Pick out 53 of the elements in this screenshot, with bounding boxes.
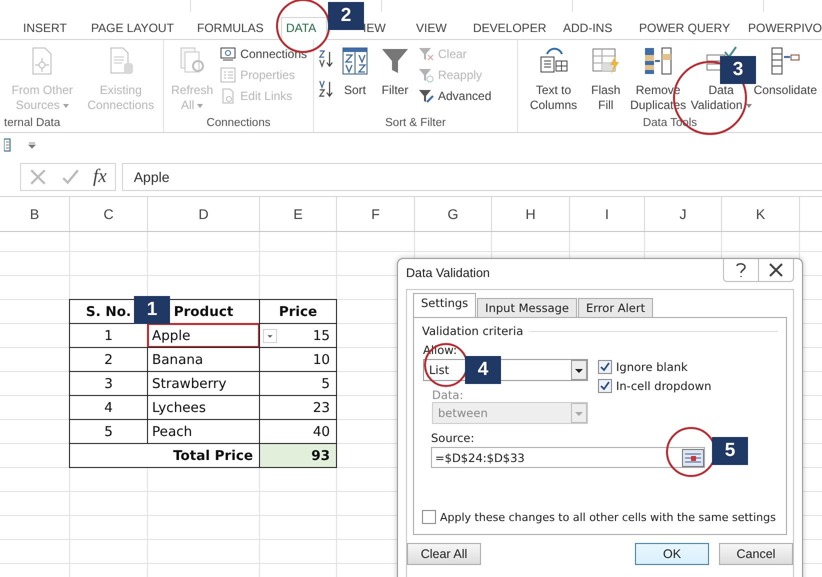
section-title: Validation criteria [422, 324, 524, 338]
table-cell[interactable]: Apple [147, 323, 260, 348]
column-header[interactable]: D [148, 197, 260, 231]
step-badge: 3 [720, 56, 756, 84]
table-cell: 93 [259, 443, 337, 468]
column-header[interactable]: H [492, 197, 570, 231]
column-header[interactable]: G [415, 197, 492, 231]
dialog-button[interactable]: OK [635, 543, 709, 565]
step-badge: 2 [328, 2, 364, 30]
dialog-tab[interactable]: Settings [413, 293, 476, 317]
column-header[interactable]: B [0, 197, 70, 231]
ribbon-button[interactable]: Advanced [416, 87, 494, 105]
ribbon-tab[interactable]: POWERPIVO [743, 17, 822, 39]
ribbon-tab[interactable]: PAGE LAYOUT [86, 17, 192, 39]
dialog-button[interactable]: Cancel [719, 543, 793, 565]
ribbon-tab[interactable]: FORMULAS [192, 17, 281, 39]
dialog-button[interactable]: Clear All [407, 543, 481, 565]
ribbon-button[interactable]: Sort [336, 43, 374, 115]
ribbon-button[interactable]: Filter [376, 43, 414, 115]
checkbox-label: Ignore blank [616, 360, 688, 374]
field-label: Source: [431, 432, 474, 445]
dialog-tab[interactable]: Input Message [477, 298, 578, 317]
ribbon-button[interactable]: Connections [218, 45, 309, 63]
dialog-title: Data Validation [406, 266, 490, 280]
table-header: Price [259, 299, 337, 324]
source-field[interactable]: =$D$24:$D$33 [431, 447, 705, 468]
column-header[interactable]: E [260, 197, 337, 231]
ribbon-button[interactable]: Text to Columns [522, 43, 586, 115]
column-header[interactable]: K [722, 197, 800, 231]
insert-function-button[interactable]: fx [93, 166, 107, 188]
group-label: Connections [206, 117, 272, 131]
ribbon-tab[interactable]: VIEW [411, 17, 468, 39]
column-header[interactable]: C [70, 197, 148, 231]
step-badge: 1 [134, 296, 170, 324]
dialog-tab[interactable]: Error Alert [578, 298, 654, 317]
table-cell: Total Price [69, 443, 260, 468]
column-header[interactable]: J [645, 197, 722, 231]
checkbox-label: Apply these changes to all other cells with the same settings [440, 510, 776, 524]
field-label: Data: [432, 389, 464, 402]
step-badge: 4 [465, 356, 501, 384]
formula-input[interactable]: Apple [122, 162, 822, 190]
group-label: ternal Data [4, 117, 62, 131]
checkbox-label: In-cell dropdown [616, 379, 712, 393]
step-badge: 5 [712, 437, 748, 465]
ribbon-tab[interactable]: POWER QUERY [634, 17, 743, 39]
ribbon-tab[interactable]: DATA [281, 17, 327, 40]
ribbon-button[interactable]: Flash Fill [585, 43, 627, 115]
ribbon-tab[interactable]: ADD-INS [558, 17, 634, 39]
column-header[interactable]: I [570, 197, 645, 231]
column-header[interactable]: F [337, 197, 415, 231]
ribbon-tab[interactable]: INSERT [18, 17, 86, 39]
group-label: Sort & Filter [384, 117, 447, 131]
ribbon-tab[interactable]: DEVELOPER [468, 17, 558, 39]
